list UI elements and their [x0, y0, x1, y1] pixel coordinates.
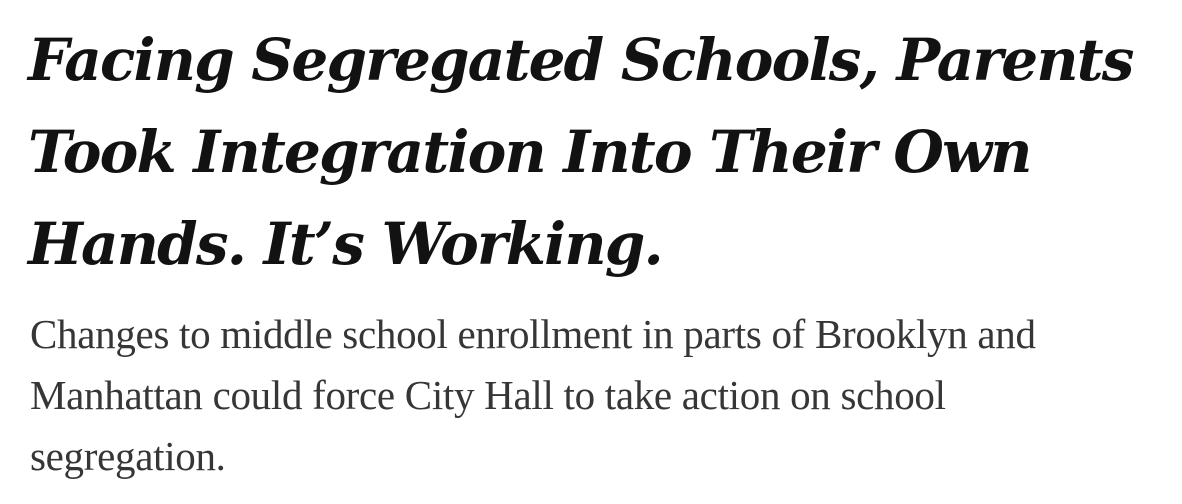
headline-line: Hands. It’s Working.: [28, 210, 664, 278]
summary-line: Manhattan could force City Hall to take …: [30, 372, 946, 418]
summary-line: segregation.: [30, 433, 226, 479]
headline-line: Facing Segregated Schools, Parents: [28, 26, 1134, 94]
summary: Changes to middle school enrollment in p…: [30, 304, 1170, 487]
article-header: Facing Segregated Schools, Parents Took …: [28, 14, 1168, 487]
headline-line: Took Integration Into Their Own: [28, 118, 1032, 186]
headline[interactable]: Facing Segregated Schools, Parents Took …: [28, 14, 1168, 290]
summary-line: Changes to middle school enrollment in p…: [30, 311, 1036, 357]
